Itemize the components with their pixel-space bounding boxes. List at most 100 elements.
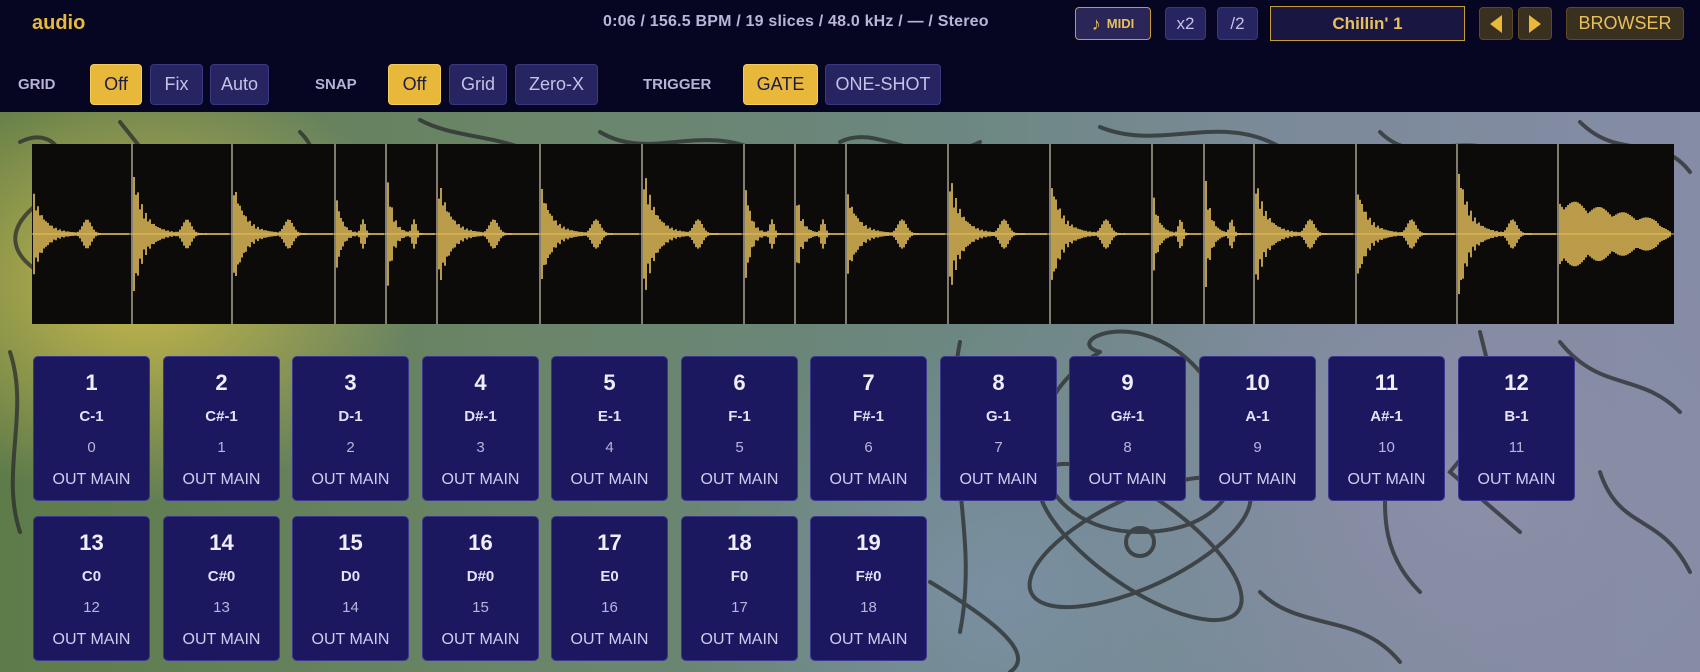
- pad-index: 16: [601, 599, 618, 616]
- browser-button[interactable]: BROWSER: [1566, 7, 1684, 40]
- grid-auto-button[interactable]: Auto: [210, 64, 269, 105]
- slice-pad[interactable]: 15 D0 14 OUT MAIN: [292, 516, 409, 661]
- pad-index: 8: [1123, 439, 1132, 456]
- pad-note: C-1: [79, 408, 104, 425]
- triangle-left-icon: [1490, 14, 1502, 33]
- pad-index: 9: [1253, 439, 1262, 456]
- slice-pad[interactable]: 8 G-1 7 OUT MAIN: [940, 356, 1057, 501]
- pad-output: OUT MAIN: [829, 631, 908, 648]
- pad-index: 4: [605, 439, 614, 456]
- pad-note: B-1: [1504, 408, 1529, 425]
- pad-number: 10: [1245, 370, 1270, 395]
- preset-name[interactable]: Chillin' 1: [1270, 6, 1465, 41]
- pad-number: 1: [85, 370, 98, 395]
- pad-output: OUT MAIN: [570, 471, 649, 488]
- slice-pad[interactable]: 19 F#0 18 OUT MAIN: [810, 516, 927, 661]
- pad-output: OUT MAIN: [52, 631, 131, 648]
- slice-pad[interactable]: 3 D-1 2 OUT MAIN: [292, 356, 409, 501]
- midi-button[interactable]: ♪ MIDI: [1075, 7, 1151, 40]
- pad-index: 17: [731, 599, 748, 616]
- pad-output: OUT MAIN: [1347, 471, 1426, 488]
- pad-number: 6: [733, 370, 746, 395]
- grid-off-button[interactable]: Off: [90, 64, 142, 105]
- prev-preset-button[interactable]: [1479, 7, 1513, 40]
- pad-index: 10: [1378, 439, 1395, 456]
- slice-pad[interactable]: 1 C-1 0 OUT MAIN: [33, 356, 150, 501]
- pad-index: 5: [735, 439, 744, 456]
- trigger-gate-button[interactable]: GATE: [743, 64, 818, 105]
- slice-pad[interactable]: 12 B-1 11 OUT MAIN: [1458, 356, 1575, 501]
- pad-index: 14: [342, 599, 359, 616]
- pad-number: 19: [856, 530, 881, 555]
- music-note-icon: ♪: [1091, 13, 1101, 34]
- pad-note: D#-1: [464, 408, 497, 425]
- snap-off-button[interactable]: Off: [388, 64, 441, 105]
- pad-output: OUT MAIN: [700, 471, 779, 488]
- pad-index: 11: [1508, 439, 1525, 456]
- pad-number: 11: [1374, 370, 1399, 395]
- pad-note: A-1: [1245, 408, 1270, 425]
- pad-note: F0: [730, 568, 749, 585]
- sample-info: 0:06 / 156.5 BPM / 19 slices / 48.0 kHz …: [603, 13, 989, 30]
- pad-note: C#0: [207, 568, 236, 585]
- pad-output: OUT MAIN: [52, 471, 131, 488]
- pad-number: 16: [468, 530, 493, 555]
- pad-number: 9: [1121, 370, 1134, 395]
- pad-note: F#0: [855, 568, 882, 585]
- slice-pad[interactable]: 14 C#0 13 OUT MAIN: [163, 516, 280, 661]
- double-tempo-button[interactable]: x2: [1165, 7, 1206, 40]
- pad-index: 1: [217, 439, 226, 456]
- snap-zero-x-button[interactable]: Zero-X: [515, 64, 598, 105]
- pad-number: 17: [597, 530, 622, 555]
- trigger-one-shot-button[interactable]: ONE-SHOT: [825, 64, 941, 105]
- slice-pad[interactable]: 11 A#-1 10 OUT MAIN: [1328, 356, 1445, 501]
- pad-note: G-1: [985, 408, 1011, 425]
- pad-note: C0: [81, 568, 102, 585]
- pad-note: F#-1: [853, 408, 884, 425]
- pad-number: 4: [474, 370, 487, 395]
- slice-pad[interactable]: 17 E0 16 OUT MAIN: [551, 516, 668, 661]
- slice-pad[interactable]: 4 D#-1 3 OUT MAIN: [422, 356, 539, 501]
- slice-pad[interactable]: 7 F#-1 6 OUT MAIN: [810, 356, 927, 501]
- slice-pad[interactable]: 18 F0 17 OUT MAIN: [681, 516, 798, 661]
- pad-index: 6: [864, 439, 873, 456]
- pad-index: 13: [213, 599, 230, 616]
- grid-label: GRID: [18, 76, 56, 93]
- pad-note: G#-1: [1110, 408, 1145, 425]
- slice-pad[interactable]: 16 D#0 15 OUT MAIN: [422, 516, 539, 661]
- grid-fix-button[interactable]: Fix: [150, 64, 203, 105]
- pad-index: 15: [472, 599, 489, 616]
- pad-number: 5: [603, 370, 616, 395]
- pad-output: OUT MAIN: [182, 631, 261, 648]
- pad-number: 12: [1504, 370, 1529, 395]
- pad-output: OUT MAIN: [182, 471, 261, 488]
- pad-note: C#-1: [205, 408, 238, 425]
- app-title: audio: [32, 12, 86, 34]
- slice-pad[interactable]: 13 C0 12 OUT MAIN: [33, 516, 150, 661]
- pad-index: 12: [83, 599, 100, 616]
- midi-label: MIDI: [1106, 16, 1135, 31]
- pad-number: 2: [215, 370, 228, 395]
- pad-number: 7: [862, 370, 875, 395]
- pad-number: 15: [338, 530, 363, 555]
- slice-pad[interactable]: 10 A-1 9 OUT MAIN: [1199, 356, 1316, 501]
- slice-pad[interactable]: 6 F-1 5 OUT MAIN: [681, 356, 798, 501]
- waveform-display[interactable]: [32, 144, 1674, 324]
- half-tempo-button[interactable]: /2: [1217, 7, 1258, 40]
- pad-output: OUT MAIN: [570, 631, 649, 648]
- next-preset-button[interactable]: [1518, 7, 1552, 40]
- slice-pad[interactable]: 9 G#-1 8 OUT MAIN: [1069, 356, 1186, 501]
- pad-output: OUT MAIN: [959, 471, 1038, 488]
- pad-output: OUT MAIN: [441, 471, 520, 488]
- pad-index: 7: [994, 439, 1003, 456]
- snap-grid-button[interactable]: Grid: [449, 64, 507, 105]
- slice-pad[interactable]: 2 C#-1 1 OUT MAIN: [163, 356, 280, 501]
- pad-output: OUT MAIN: [311, 631, 390, 648]
- pad-output: OUT MAIN: [441, 631, 520, 648]
- pad-number: 8: [992, 370, 1005, 395]
- pad-number: 18: [727, 530, 752, 555]
- pad-number: 3: [344, 370, 357, 395]
- trigger-label: TRIGGER: [643, 76, 712, 93]
- slice-pad[interactable]: 5 E-1 4 OUT MAIN: [551, 356, 668, 501]
- pad-note: D0: [340, 568, 361, 585]
